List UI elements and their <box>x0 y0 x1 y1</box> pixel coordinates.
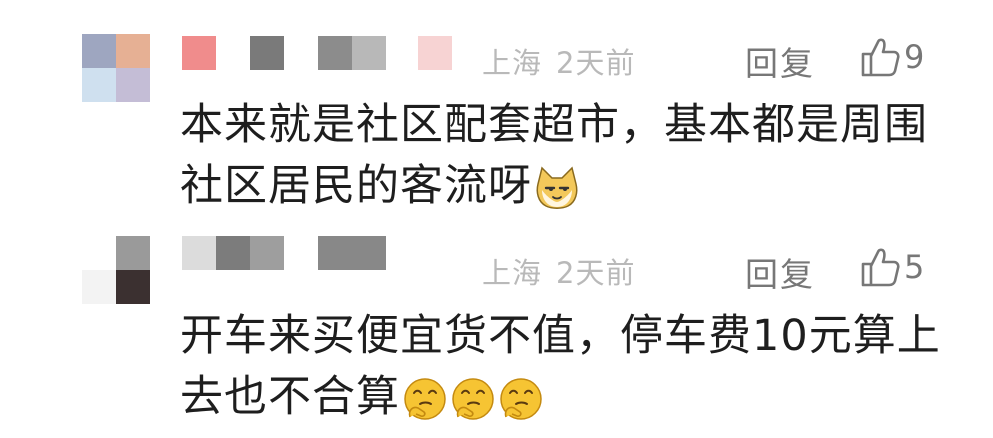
like-button[interactable]: 5 <box>860 246 924 288</box>
reply-button[interactable]: 回复 <box>745 248 815 296</box>
time-label: 2天前 <box>556 46 636 80</box>
hmm-face-emoji <box>402 377 448 438</box>
time-label: 2天前 <box>556 256 636 290</box>
comment-meta: 上海 2天前 <box>482 40 635 82</box>
hmm-face-emoji <box>450 377 496 438</box>
comment-item: 上海 2天前 回复 9 本来就是社区配套超市，基本都是周围社区居民的客流呀 <box>0 0 993 222</box>
like-button[interactable]: 9 <box>860 36 924 78</box>
hmm-face-emoji <box>498 377 544 438</box>
comment-text: 本来就是社区配套超市，基本都是周围社区居民的客流呀 <box>180 95 950 227</box>
comment-item: 上海 2天前 回复 5 开车来买便宜货不值，停车费10元算上去也不合算 <box>0 222 993 438</box>
thumbs-up-icon <box>861 38 900 77</box>
like-count: 5 <box>904 248 925 286</box>
comment-body: 开车来买便宜货不值，停车费10元算上去也不合算 <box>180 311 941 422</box>
cat-face-emoji <box>534 166 580 227</box>
thumbs-up-icon <box>861 248 900 287</box>
like-count: 9 <box>904 38 925 76</box>
comment-text: 开车来买便宜货不值，停车费10元算上去也不合算 <box>180 306 950 438</box>
reply-button[interactable]: 回复 <box>745 37 815 85</box>
location-label: 上海 <box>482 46 543 80</box>
avatar[interactable] <box>82 34 150 102</box>
location-label: 上海 <box>482 256 543 290</box>
comment-meta: 上海 2天前 <box>482 250 635 292</box>
avatar[interactable] <box>82 236 150 304</box>
